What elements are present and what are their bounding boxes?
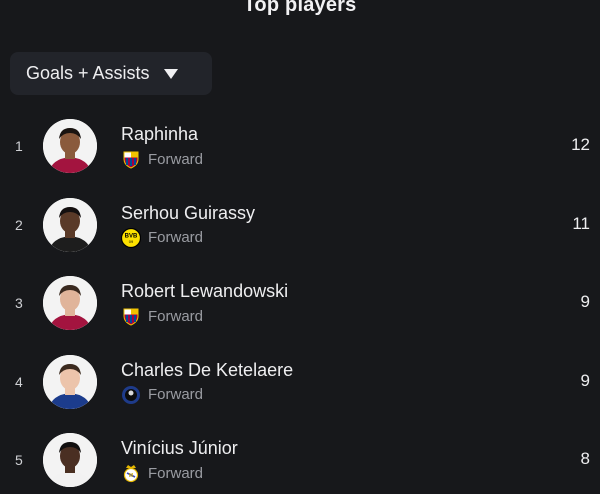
player-stat-value: 8 xyxy=(580,449,590,468)
player-avatar xyxy=(43,119,97,173)
player-avatar xyxy=(43,197,97,252)
stat-filter-label: Goals + Assists xyxy=(26,63,150,83)
player-stat-value: 9 xyxy=(580,292,590,311)
player-avatar xyxy=(43,276,97,330)
player-row[interactable]: 5 Vinícius Júnior M Forward 8 xyxy=(0,420,600,494)
top-players-panel: Top players Goals + Assists 1 Raphinha F… xyxy=(0,0,600,494)
barcelona-crest-icon xyxy=(121,149,141,169)
dortmund-crest-icon: BVB 09 xyxy=(121,227,141,248)
player-stat-value: 9 xyxy=(580,370,590,390)
player-rank: 4 xyxy=(15,373,23,390)
player-avatar xyxy=(43,433,97,487)
player-meta: M Forward xyxy=(121,463,203,483)
player-rank: 5 xyxy=(15,452,23,468)
player-name: Robert Lewandowski xyxy=(121,281,289,301)
player-row[interactable]: 1 Raphinha Forward 12 xyxy=(0,106,600,185)
player-meta: Forward xyxy=(121,385,203,405)
player-name: Serhou Guirassy xyxy=(121,202,256,223)
player-position: Forward xyxy=(148,464,204,482)
player-meta: BVB 09 Forward xyxy=(121,227,204,248)
player-row[interactable]: 3 Robert Lewandowski Forward 9 xyxy=(0,263,600,342)
player-name: Charles De Ketelaere xyxy=(121,359,294,380)
player-rank: 1 xyxy=(15,138,23,154)
player-position: Forward xyxy=(148,229,204,246)
player-name: Vinícius Júnior xyxy=(121,438,238,458)
player-position: Forward xyxy=(148,150,204,168)
player-stat-value: 12 xyxy=(571,135,590,154)
svg-text:09: 09 xyxy=(129,239,134,244)
real-madrid-crest-icon: M xyxy=(121,463,141,483)
player-name: Raphinha xyxy=(121,124,199,144)
page-title: Top players xyxy=(243,0,357,16)
player-meta: Forward xyxy=(121,149,203,169)
player-row[interactable]: 2 Serhou Guirassy BVB 09 Forward 11 xyxy=(0,185,600,264)
player-rank: 3 xyxy=(15,295,23,311)
player-meta: Forward xyxy=(121,306,203,326)
player-avatar xyxy=(43,354,97,409)
stat-filter-dropdown[interactable]: Goals + Assists xyxy=(10,52,212,95)
player-position: Forward xyxy=(148,307,204,325)
barcelona-crest-icon xyxy=(121,306,141,326)
svg-text:M: M xyxy=(129,473,133,479)
player-stat-value: 11 xyxy=(572,213,590,233)
player-position: Forward xyxy=(148,386,204,403)
player-row[interactable]: 4 Charles De Ketelaere Forward 9 xyxy=(0,342,600,421)
atalanta-crest-icon xyxy=(121,385,141,405)
players-list: 1 Raphinha Forward 12 2 Serhou Guirassy … xyxy=(0,106,600,494)
caret-down-icon xyxy=(163,68,178,79)
player-rank: 2 xyxy=(15,216,23,233)
